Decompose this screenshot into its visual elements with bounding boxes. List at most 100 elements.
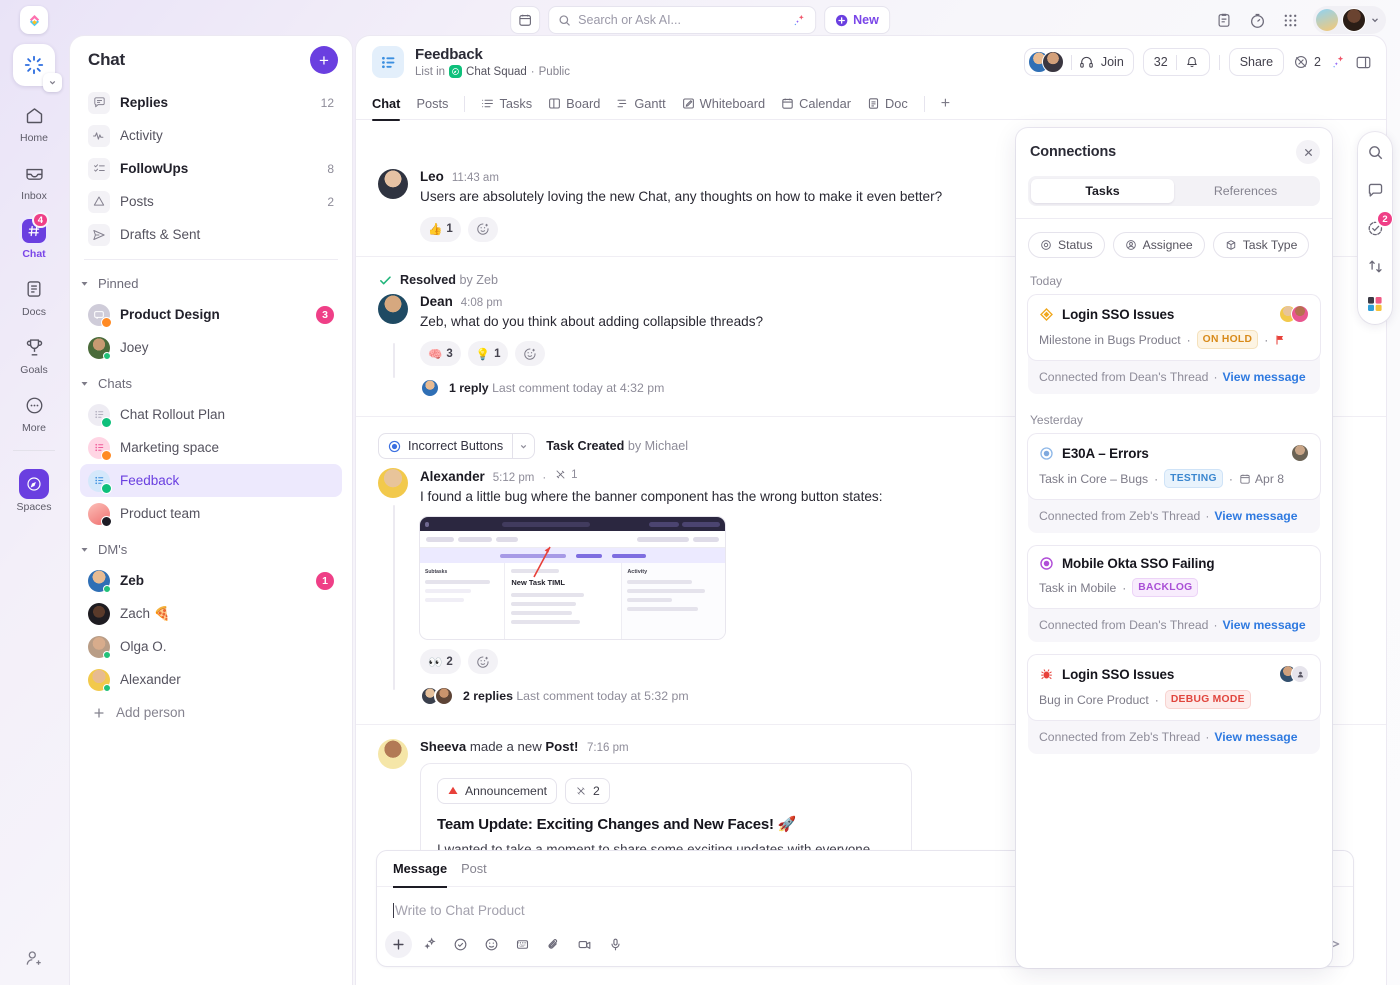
filter-status[interactable]: Status xyxy=(1028,232,1105,258)
avatar[interactable] xyxy=(378,468,408,499)
share-button[interactable]: Share xyxy=(1228,48,1285,76)
tab-doc[interactable]: Doc xyxy=(867,88,908,120)
card-assignees[interactable] xyxy=(1291,444,1309,462)
priority-flag-icon[interactable] xyxy=(1274,334,1286,346)
view-message-link[interactable]: View message xyxy=(1214,730,1297,744)
list-item[interactable]: Marketing space xyxy=(80,431,342,464)
tab-tasks[interactable]: Tasks xyxy=(1031,179,1174,203)
sidebar-item-goals[interactable]: Goals xyxy=(6,332,62,376)
sidebar-group-pinned[interactable]: Pinned xyxy=(70,268,352,298)
invite-user-button[interactable] xyxy=(24,948,45,969)
apps-integrations-icon[interactable] xyxy=(1364,293,1386,315)
sidebar-item-replies[interactable]: Replies 12 xyxy=(80,86,342,119)
reaction-chip[interactable]: 👍 1 xyxy=(420,216,461,242)
tab-board[interactable]: Board xyxy=(548,88,600,120)
linked-items-indicator[interactable]: 2 xyxy=(1293,54,1321,70)
emoji-button[interactable] xyxy=(478,931,505,958)
sidebar-item-chat[interactable]: 4 Chat xyxy=(6,212,62,260)
connection-card[interactable]: Mobile Okta SSO Failing Task in Mobile ·… xyxy=(1028,546,1320,608)
card-assignees[interactable] xyxy=(1279,305,1309,323)
card-due-date[interactable]: Apr 8 xyxy=(1239,472,1284,486)
list-item[interactable]: Alexander xyxy=(80,663,342,696)
comment-icon[interactable] xyxy=(1364,179,1386,201)
add-reaction-button[interactable] xyxy=(467,649,498,675)
user-avatar-group[interactable] xyxy=(1313,6,1386,34)
sidebar-group-dms[interactable]: DM's xyxy=(70,534,352,564)
calendar-button[interactable] xyxy=(510,6,541,34)
workspace-logo[interactable] xyxy=(20,6,48,34)
sidebar-item-spaces[interactable]: Spaces xyxy=(6,469,62,513)
tab-whiteboard[interactable]: Whiteboard xyxy=(682,88,765,120)
add-reaction-button[interactable] xyxy=(515,341,546,367)
search-input[interactable]: Search or Ask AI... xyxy=(548,6,817,34)
avatar[interactable] xyxy=(378,293,408,324)
status-badge[interactable]: DEBUG MODE xyxy=(1164,690,1251,709)
connection-card[interactable]: Login SSO Issues Bug in Core Product · D… xyxy=(1028,655,1320,720)
task-check-icon[interactable]: 2 xyxy=(1364,211,1393,239)
post-type-chip[interactable]: Announcement xyxy=(437,778,557,805)
tab-chat[interactable]: Chat xyxy=(372,88,401,121)
filter-task-type[interactable]: Task Type xyxy=(1212,232,1310,258)
apps-grid-icon[interactable] xyxy=(1280,10,1300,30)
connection-card[interactable]: E30A – Errors Task in Core – Bugs · TEST… xyxy=(1028,434,1320,499)
connection-card[interactable]: Login SSO Issues Milestone in Bugs Produ… xyxy=(1028,295,1320,360)
ai-button[interactable] xyxy=(416,931,443,958)
new-button[interactable]: New xyxy=(824,6,890,34)
add-view-button[interactable]: + xyxy=(941,88,950,120)
message-screenshot-attachment[interactable]: Subtasks New Task TIML Activity xyxy=(420,517,725,640)
status-badge[interactable]: BACKLOG xyxy=(1132,578,1199,597)
list-item[interactable]: Zeb 1 xyxy=(80,564,342,597)
view-message-link[interactable]: View message xyxy=(1223,370,1306,384)
notifications-button[interactable]: 32 xyxy=(1142,48,1210,76)
search-icon[interactable] xyxy=(1364,141,1386,163)
sidebar-item-feedback[interactable]: Feedback xyxy=(80,464,342,497)
avatar[interactable] xyxy=(1342,8,1366,32)
gif-button[interactable]: GIF xyxy=(509,931,536,958)
add-reaction-button[interactable] xyxy=(467,216,498,242)
view-message-link[interactable]: View message xyxy=(1223,618,1306,632)
sidebar-item-drafts-sent[interactable]: Drafts & Sent xyxy=(80,218,342,251)
tab-calendar[interactable]: Calendar xyxy=(781,88,851,120)
workspace-switcher[interactable] xyxy=(13,44,62,92)
breadcrumb-space[interactable]: Chat Squad xyxy=(466,66,527,78)
sidebar-item-followups[interactable]: FollowUps 8 xyxy=(80,152,342,185)
view-message-link[interactable]: View message xyxy=(1214,509,1297,523)
add-person-button[interactable]: Add person xyxy=(80,696,342,729)
sidebar-group-chats[interactable]: Chats xyxy=(70,368,352,398)
list-item[interactable]: Olga O. xyxy=(80,630,342,663)
task-chip[interactable]: Incorrect Buttons xyxy=(378,433,536,460)
close-icon[interactable] xyxy=(1296,140,1320,164)
new-chat-button[interactable]: + xyxy=(310,46,338,74)
timer-icon[interactable] xyxy=(1247,10,1267,30)
toggle-panel-button[interactable] xyxy=(1355,54,1372,71)
list-item[interactable]: Product Design 3 xyxy=(80,298,342,331)
video-button[interactable] xyxy=(571,931,598,958)
card-assignees[interactable] xyxy=(1279,665,1309,683)
create-task-button[interactable] xyxy=(447,931,474,958)
clipboard-icon[interactable] xyxy=(1214,10,1234,30)
workspace-chevron[interactable] xyxy=(43,73,62,92)
sidebar-item-docs[interactable]: Docs xyxy=(6,274,62,318)
tab-posts[interactable]: Posts xyxy=(416,88,448,120)
composer-tab-post[interactable]: Post xyxy=(461,851,487,887)
sidebar-item-posts[interactable]: Posts 2 xyxy=(80,185,342,218)
status-badge[interactable]: TESTING xyxy=(1164,469,1223,488)
post-links-chip[interactable]: 2 xyxy=(565,778,610,805)
sidebar-item-home[interactable]: Home xyxy=(6,100,62,144)
mic-button[interactable] xyxy=(602,931,629,958)
list-item[interactable]: Product team xyxy=(80,497,342,530)
status-badge[interactable]: ON HOLD xyxy=(1196,330,1259,349)
relationships-icon[interactable] xyxy=(1364,255,1386,277)
list-item[interactable]: Joey xyxy=(80,331,342,364)
tab-tasks[interactable]: Tasks xyxy=(481,88,532,120)
list-item[interactable]: Chat Rollout Plan xyxy=(80,398,342,431)
tab-references[interactable]: References xyxy=(1174,179,1317,203)
filter-assignee[interactable]: Assignee xyxy=(1112,232,1205,258)
sidebar-item-more[interactable]: More xyxy=(6,390,62,434)
attachment-button[interactable] xyxy=(540,931,567,958)
avatar[interactable] xyxy=(378,169,408,199)
sidebar-item-activity[interactable]: Activity xyxy=(80,119,342,152)
composer-tab-message[interactable]: Message xyxy=(393,851,448,888)
join-call-button[interactable]: Join xyxy=(1023,48,1134,76)
reaction-chip[interactable]: 👀 2 xyxy=(420,649,461,675)
